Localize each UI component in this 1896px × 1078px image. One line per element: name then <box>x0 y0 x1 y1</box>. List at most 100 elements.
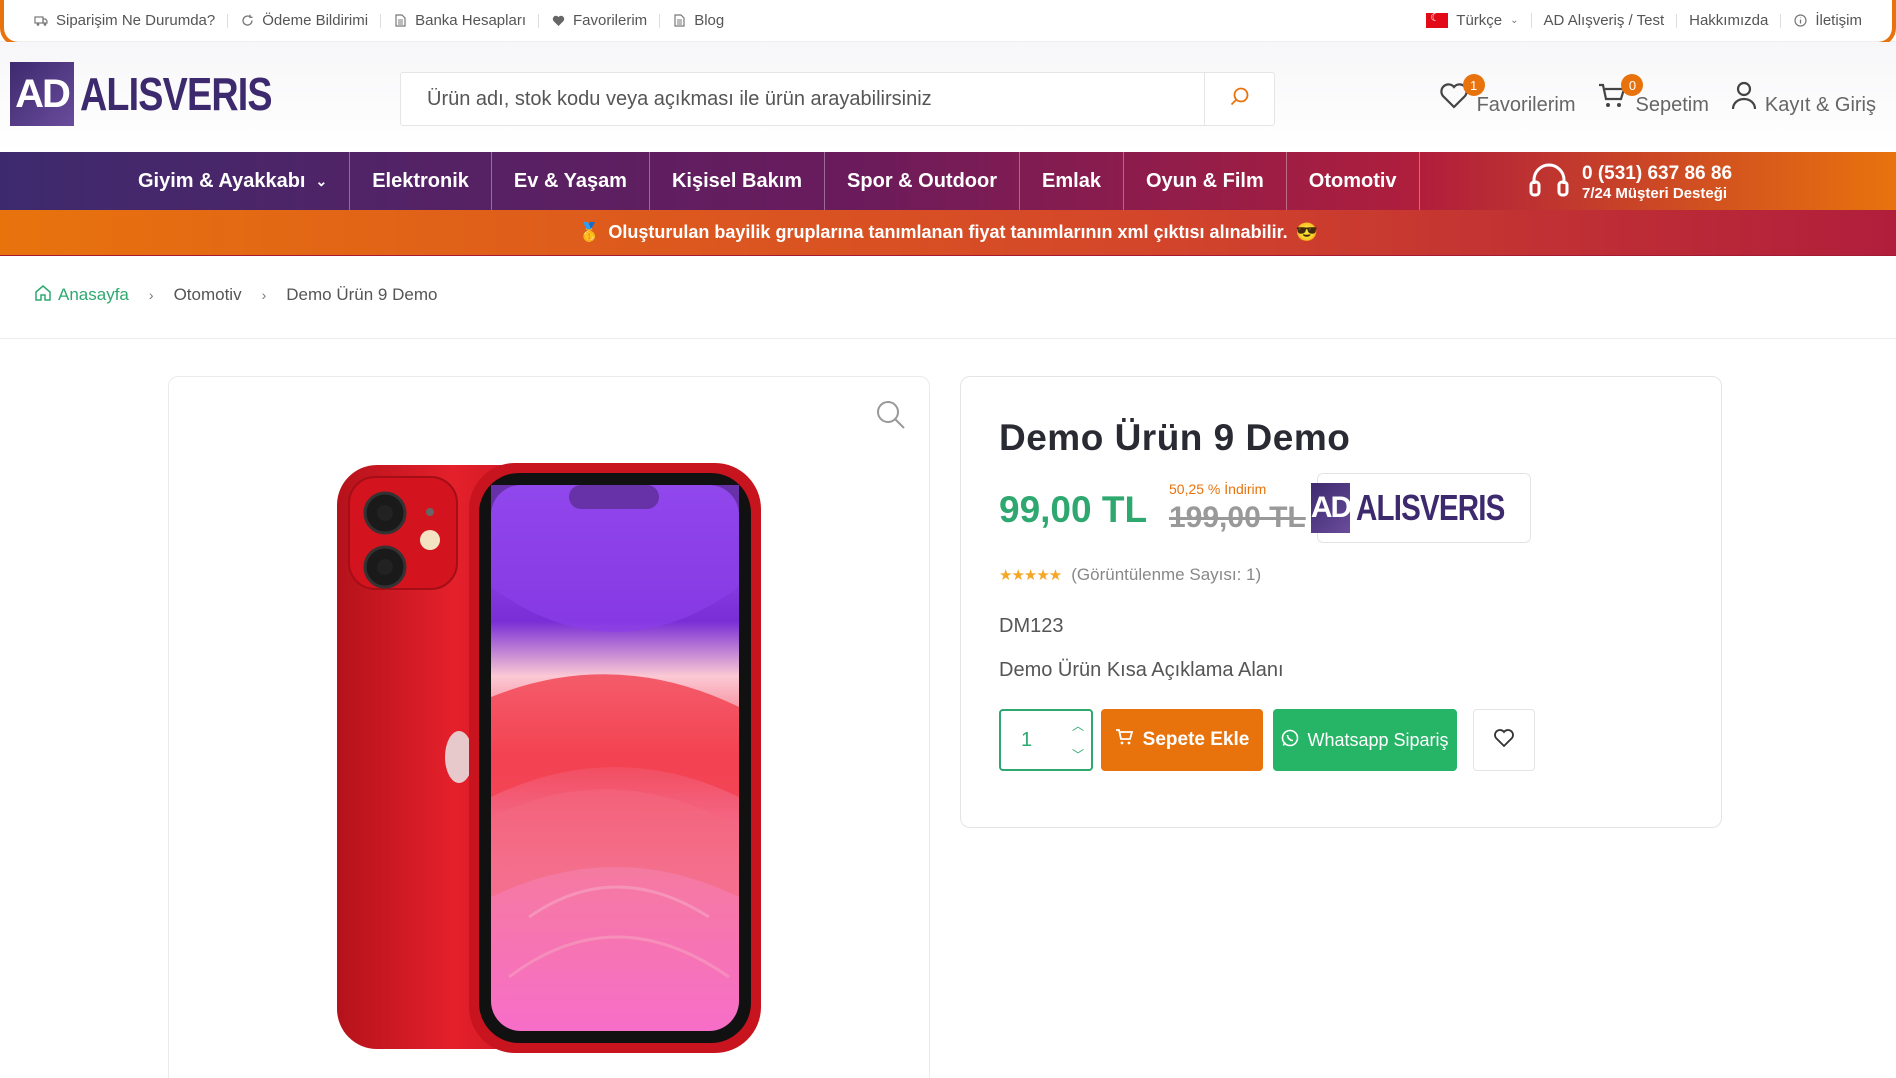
nav-item-giyim-ayakkabi[interactable]: Giyim & Ayakkabı ⌄ <box>116 152 351 210</box>
product-title: Demo Ürün 9 Demo <box>999 417 1351 458</box>
topbar-link-label: Hakkımızda <box>1689 11 1769 29</box>
nav-item-emlak[interactable]: Emlak <box>1020 152 1124 210</box>
cart-count-badge: 0 <box>1621 74 1644 96</box>
add-to-cart-label: Sepete Ekle <box>1142 729 1250 750</box>
topbar-right-links: Türkçe ⌄ AD Alışveriş / Test Hakkımızda … <box>1414 11 1874 29</box>
add-to-cart-button[interactable]: Sepete Ekle <box>1101 709 1263 771</box>
nav-item-label: Kişisel Bakım <box>671 169 803 192</box>
nav-item-elektronik[interactable]: Elektronik <box>350 152 492 210</box>
chevron-up-icon[interactable]: ︿ <box>1072 717 1084 734</box>
support-text-block: 0 (531) 637 86 86 7/24 Müşteri Desteği <box>1582 163 1732 203</box>
sunglasses-icon: 😎 <box>1295 222 1319 242</box>
topbar-link-contact[interactable]: İletişim <box>1781 11 1874 29</box>
topbar-link-label: İletişim <box>1815 11 1862 29</box>
heart-icon <box>1493 728 1515 753</box>
topbar-link-store-name[interactable]: AD Alışveriş / Test <box>1532 11 1678 29</box>
header-favorites-label: Favorilerim <box>1476 94 1576 116</box>
breadcrumb-label: Demo Ürün 9 Demo <box>286 285 438 304</box>
user-icon <box>1731 81 1757 117</box>
nav-item-spor-outdoor[interactable]: Spor & Outdoor <box>825 152 1021 210</box>
topbar-link-label: Siparişim Ne Durumda? <box>56 11 216 29</box>
discount-label: 50,25 % İndirim <box>1169 481 1267 497</box>
topbar-link-bank-accounts[interactable]: Banka Hesapları <box>381 11 539 29</box>
breadcrumb-category[interactable]: Otomotiv <box>174 285 242 305</box>
header-favorites[interactable]: 1 Favorilerim <box>1439 74 1576 117</box>
nav-item-label: Emlak <box>1042 169 1101 192</box>
breadcrumb: Anasayfa › Otomotiv › Demo Ürün 9 Demo <box>34 284 437 306</box>
topbar-link-blog[interactable]: Blog <box>660 11 736 29</box>
support-phone: 0 (531) 637 86 86 <box>1582 162 1733 184</box>
header-cart-label: Sepetim <box>1635 94 1709 116</box>
document-icon <box>393 14 407 28</box>
announcement-text: Oluşturulan bayilik gruplarına tanımlana… <box>608 222 1288 242</box>
topbar-link-favorites[interactable]: Favorilerim <box>539 11 661 29</box>
quantity-value[interactable]: 1 <box>1001 729 1065 752</box>
chevron-down-icon[interactable]: ﹀ <box>1072 746 1084 763</box>
language-label: Türkçe <box>1456 11 1503 29</box>
topbar-link-about[interactable]: Hakkımızda <box>1677 11 1782 29</box>
nav-item-kisisel-bakim[interactable]: Kişisel Bakım <box>650 152 826 210</box>
header-actions: 1 Favorilerim 0 Sepetim Kayıt & Giriş <box>1439 74 1876 117</box>
chevron-down-icon: ⌄ <box>1510 14 1519 26</box>
nav-items: Giyim & Ayakkabı ⌄ Elektronik Ev & Yaşam… <box>116 152 1420 210</box>
top-utility-bar: Siparişim Ne Durumda? Ödeme Bildirimi Ba… <box>0 0 1896 46</box>
heart-icon <box>551 14 565 28</box>
brand-logo-mark: AD <box>1310 483 1352 533</box>
favorites-count-badge: 1 <box>1462 74 1485 96</box>
cart-icon <box>1115 729 1133 751</box>
breadcrumb-separator: › <box>148 287 154 303</box>
header-cart[interactable]: 0 Sepetim <box>1597 74 1709 117</box>
topbar-link-label: Blog <box>694 11 725 29</box>
language-selector[interactable]: Türkçe ⌄ <box>1414 11 1532 29</box>
product-sku: DM123 <box>999 615 1064 637</box>
rating-row: ★★★★★ (Görüntülenme Sayısı: 1) <box>999 565 1261 585</box>
topbar-link-order-status[interactable]: Siparişim Ne Durumda? <box>22 11 229 29</box>
search-input[interactable] <box>401 73 1204 125</box>
breadcrumb-label: Otomotiv <box>173 285 242 304</box>
topbar-link-payment-notice[interactable]: Ödeme Bildirimi <box>228 13 382 28</box>
old-price: 199,00 TL <box>1169 501 1306 534</box>
quantity-arrows: ︿ ﹀ <box>1065 717 1091 763</box>
nav-item-label: Ev & Yaşam <box>513 169 627 192</box>
product-image[interactable] <box>169 377 931 1078</box>
support-subtitle: 7/24 Müşteri Desteği <box>1582 184 1728 202</box>
logo-mark: AD <box>10 62 74 126</box>
main-navigation: Giyim & Ayakkabı ⌄ Elektronik Ev & Yaşam… <box>0 152 1896 210</box>
announcement-bar: 🥇 Oluşturulan bayilik gruplarına tanımla… <box>0 210 1896 256</box>
add-to-favorites-button[interactable] <box>1473 709 1535 771</box>
view-count: (Görüntülenme Sayısı: 1) <box>1071 565 1262 584</box>
nav-item-oyun-film[interactable]: Oyun & Film <box>1124 152 1287 210</box>
topbar-link-label: Banka Hesapları <box>415 11 526 29</box>
site-header: AD ALISVERIS 1 Favorilerim <box>0 42 1896 152</box>
page: Siparişim Ne Durumda? Ödeme Bildirimi Ba… <box>0 0 1896 1078</box>
header-account[interactable]: Kayıt & Giriş <box>1731 80 1876 117</box>
product-short-description: Demo Ürün Kısa Açıklama Alanı <box>999 659 1284 681</box>
nav-item-otomotiv[interactable]: Otomotiv <box>1287 152 1420 210</box>
product-price: 99,00 TL <box>999 489 1148 530</box>
breadcrumb-home[interactable]: Anasayfa <box>34 284 129 306</box>
product-image-card <box>168 376 930 1078</box>
nav-item-label: Spor & Outdoor <box>847 169 998 192</box>
turkey-flag-icon <box>1426 11 1449 28</box>
nav-item-label: Giyim & Ayakkabı <box>138 169 306 192</box>
topbar-link-label: Favorilerim <box>573 11 648 29</box>
nav-item-ev-yasam[interactable]: Ev & Yaşam <box>492 152 650 210</box>
topbar-link-label: AD Alışveriş / Test <box>1543 11 1665 29</box>
headset-icon <box>1528 160 1570 205</box>
home-icon <box>34 284 52 306</box>
site-logo[interactable]: AD ALISVERIS <box>10 62 314 126</box>
brand-logo-box[interactable]: AD ALISVERIS <box>1310 473 1531 543</box>
quantity-stepper[interactable]: 1 ︿ ﹀ <box>999 709 1093 771</box>
customer-support[interactable]: 0 (531) 637 86 86 7/24 Müşteri Desteği <box>1528 160 1732 205</box>
topbar-left-links: Siparişim Ne Durumda? Ödeme Bildirimi Ba… <box>22 11 736 29</box>
whatsapp-order-button[interactable]: Whatsapp Sipariş <box>1273 709 1457 771</box>
chevron-down-icon: ⌄ <box>315 172 328 189</box>
nav-item-label: Otomotiv <box>1308 169 1397 192</box>
whatsapp-icon <box>1281 729 1299 752</box>
breadcrumb-current: Demo Ürün 9 Demo <box>286 285 437 305</box>
search-button[interactable] <box>1204 73 1274 125</box>
truck-icon <box>34 14 48 28</box>
header-account-label: Kayıt & Giriş <box>1764 94 1876 116</box>
brand-logo-text: ALISVERIS <box>1356 487 1505 528</box>
breadcrumb-separator: › <box>261 287 267 303</box>
